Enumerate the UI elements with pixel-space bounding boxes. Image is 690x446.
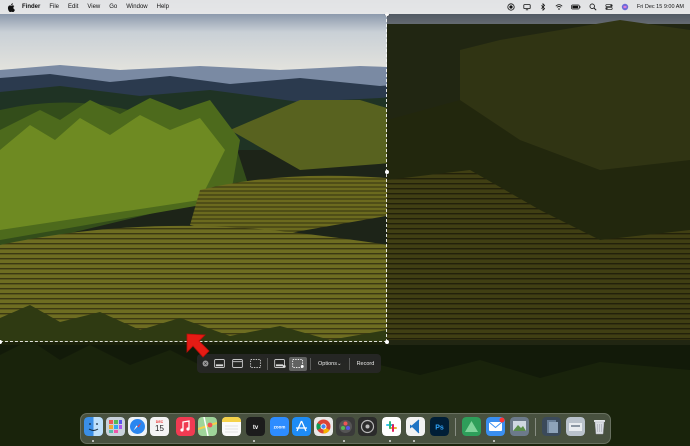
dock-green-app-icon[interactable] <box>462 417 481 436</box>
toolbar-divider <box>310 357 311 370</box>
menu-bar: Finder File Edit View Go Window Help Fri… <box>0 0 690 14</box>
record-selection-icon <box>292 359 304 368</box>
safari-icon <box>128 417 147 436</box>
running-indicator <box>343 440 345 442</box>
search-icon[interactable] <box>589 3 597 11</box>
toolbar-divider <box>348 357 350 370</box>
dock-apple-tv-icon[interactable]: tv <box>246 417 265 436</box>
record-selected-portion-button[interactable] <box>289 356 307 371</box>
dock-app-store-icon[interactable] <box>292 417 311 436</box>
capture-selection-rect[interactable] <box>0 14 387 342</box>
display-icon[interactable] <box>523 3 531 11</box>
mail-icon <box>486 417 505 436</box>
dock-preview-icon[interactable] <box>510 417 529 436</box>
menubar-clock[interactable]: Fri Dec 15 9:00 AM <box>637 4 684 10</box>
dock-downloads-icon[interactable] <box>566 417 585 436</box>
selection-handle-right[interactable] <box>385 170 389 174</box>
app-menu-finder[interactable]: Finder <box>22 4 40 10</box>
dock-davinci-resolve-icon[interactable] <box>336 417 355 436</box>
svg-text:Ps: Ps <box>435 425 444 432</box>
dock-vscode-icon[interactable] <box>406 417 425 436</box>
screen-record-icon[interactable] <box>507 3 515 11</box>
dock-safari-icon[interactable] <box>128 417 147 436</box>
menu-window[interactable]: Window <box>126 4 147 10</box>
dock-wheel-app-icon[interactable] <box>358 417 377 436</box>
downloads-icon <box>566 417 585 436</box>
capture-window-icon <box>231 359 243 368</box>
chevron-down-icon: ⌄ <box>336 360 342 367</box>
trash-icon <box>594 420 605 435</box>
apple-tv-icon: tv <box>246 417 265 436</box>
dock-mail-icon[interactable] <box>486 417 505 436</box>
slack-icon <box>382 417 401 436</box>
app-store-icon <box>292 417 311 436</box>
apple-menu-icon[interactable] <box>7 2 15 12</box>
dock-slack-icon[interactable] <box>382 417 401 436</box>
photoshop-icon: Ps <box>430 417 449 436</box>
calendar-day: 15 <box>155 424 164 433</box>
capture-selected-window-button[interactable] <box>228 357 246 371</box>
capture-selection-icon <box>249 359 261 368</box>
dock-chrome-icon[interactable] <box>314 417 333 436</box>
davinci-resolve-icon <box>336 417 355 436</box>
running-indicator <box>493 440 495 442</box>
dock-music-icon[interactable] <box>176 417 195 436</box>
dimmed-region-right <box>387 14 690 446</box>
dock-zoom-icon[interactable]: zoom <box>270 417 289 436</box>
svg-text:tv: tv <box>253 425 259 431</box>
running-indicator <box>413 440 415 442</box>
record-button[interactable]: Record <box>353 361 379 367</box>
dock-calendar-icon[interactable]: DEC 15 <box>150 417 169 436</box>
preview-icon <box>510 417 529 436</box>
chrome-icon <box>314 417 333 436</box>
menu-file[interactable]: File <box>49 4 59 10</box>
dock-notes-icon[interactable] <box>222 417 241 436</box>
dock-maps-icon[interactable] <box>198 417 217 436</box>
battery-icon[interactable] <box>571 3 581 11</box>
running-indicator <box>92 440 94 442</box>
green-app-icon <box>462 417 481 436</box>
selection-handle-bottom-right[interactable] <box>385 340 389 344</box>
dock-photoshop-icon[interactable]: Ps <box>430 417 449 436</box>
status-menu-area: Fri Dec 15 9:00 AM <box>507 0 684 14</box>
red-arrow-icon <box>186 333 210 358</box>
running-indicator <box>389 440 391 442</box>
finder-icon <box>84 417 103 436</box>
wheel-app-icon <box>358 417 377 436</box>
launchpad-icon <box>106 417 125 436</box>
wifi-icon[interactable] <box>555 3 563 11</box>
menu-view[interactable]: View <box>87 4 100 10</box>
maps-icon <box>198 417 217 436</box>
zoom-icon: zoom <box>270 417 289 436</box>
music-icon <box>176 417 195 436</box>
toolbar-divider <box>267 357 268 370</box>
screenshot-toolbar: Options⌄ Record <box>197 354 381 373</box>
record-entire-screen-button[interactable] <box>271 357 289 371</box>
capture-selected-portion-button[interactable] <box>246 357 264 371</box>
dock-file-stack-icon[interactable] <box>542 417 561 436</box>
control-center-icon[interactable] <box>605 3 613 11</box>
vscode-icon <box>406 417 425 436</box>
bluetooth-icon[interactable] <box>539 3 547 11</box>
svg-text:zoom: zoom <box>274 425 286 430</box>
record-screen-icon <box>274 359 286 368</box>
options-label: Options <box>318 360 337 367</box>
menu-go[interactable]: Go <box>109 4 117 10</box>
dock-finder-icon[interactable] <box>84 417 103 436</box>
dock-divider <box>535 418 536 436</box>
options-menu-button[interactable]: Options⌄ <box>314 361 346 367</box>
file-stack-icon <box>542 417 561 436</box>
menu-edit[interactable]: Edit <box>68 4 78 10</box>
siri-icon[interactable] <box>621 3 629 11</box>
menu-help[interactable]: Help <box>157 4 169 10</box>
notes-icon <box>222 417 241 436</box>
dock-divider <box>455 418 456 436</box>
dock-trash-icon[interactable] <box>590 417 609 436</box>
dock-launchpad-icon[interactable] <box>106 417 125 436</box>
close-icon <box>202 360 209 367</box>
running-indicator <box>253 440 255 442</box>
